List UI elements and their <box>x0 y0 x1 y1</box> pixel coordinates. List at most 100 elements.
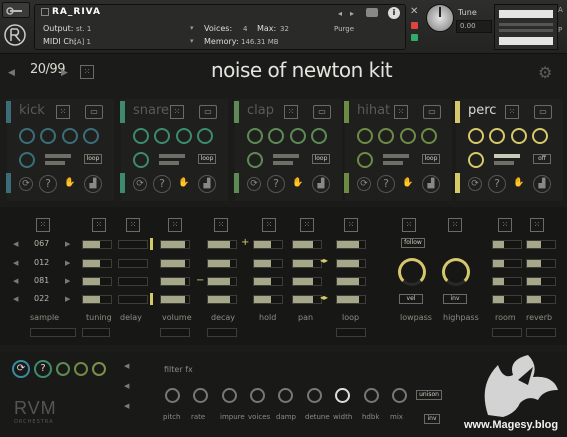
fx-knob[interactable] <box>278 388 293 403</box>
row-next-icon[interactable]: ▶ <box>65 295 70 303</box>
strip-lp-knob[interactable] <box>62 128 78 144</box>
strip-env-knob[interactable] <box>357 128 373 144</box>
pan-slider[interactable] <box>499 37 553 45</box>
mixer-value-slot[interactable] <box>336 240 366 249</box>
mixer-value-slot[interactable] <box>253 277 283 286</box>
mixer-value-slot[interactable] <box>292 240 322 249</box>
mixer-value-slot[interactable] <box>492 259 522 268</box>
mixer-value-slot[interactable] <box>118 240 148 249</box>
fx-knob[interactable] <box>392 388 407 403</box>
mixer-value-slot[interactable] <box>336 277 366 286</box>
column-randomize-icon[interactable]: ⁙ <box>126 218 140 232</box>
strip-menu-icon[interactable]: ▭ <box>199 105 217 119</box>
strip-hand-icon[interactable]: ✋ <box>401 177 415 191</box>
mixer-value-slot[interactable] <box>292 295 322 304</box>
mixer-value-slot[interactable] <box>526 259 556 268</box>
mixer-value-slot[interactable] <box>160 240 190 249</box>
strip-velocity-icon[interactable]: ▟ <box>422 175 440 193</box>
mixer-value-slot[interactable] <box>292 259 322 268</box>
fx-knob[interactable] <box>335 388 350 403</box>
midi-dropdown-icon[interactable]: ▾ <box>190 37 194 45</box>
strip-random-icon[interactable]: ? <box>377 175 395 193</box>
strip-random-icon[interactable]: ? <box>267 175 285 193</box>
strip-menu-icon[interactable]: ▭ <box>423 105 441 119</box>
row-next-icon[interactable]: ▶ <box>65 277 70 285</box>
copy-icon[interactable] <box>74 362 88 376</box>
strip-hp-knob[interactable] <box>378 128 394 144</box>
strip-randomize-icon[interactable]: ⁙ <box>284 105 298 119</box>
strip-random-icon[interactable]: ? <box>39 175 57 193</box>
mixer-value-slot[interactable] <box>207 259 237 268</box>
prev-preset-icon[interactable]: ◀ <box>8 68 15 78</box>
invert-button[interactable]: inv <box>443 294 467 304</box>
prev-instrument-icon[interactable]: ◂ <box>338 9 342 18</box>
strip-env-knob[interactable] <box>247 128 263 144</box>
mixer-value-slot[interactable] <box>160 259 190 268</box>
wrench-icon[interactable] <box>2 2 30 18</box>
strip-menu-icon[interactable]: ▭ <box>313 105 331 119</box>
strip-loop-icon[interactable]: ⟳ <box>357 177 371 191</box>
fx-inv-button[interactable]: inv <box>424 414 440 424</box>
strip-env-knob[interactable] <box>19 128 35 144</box>
plus-icon[interactable]: + <box>241 237 249 248</box>
camera-icon[interactable] <box>366 8 378 17</box>
row-next-icon[interactable]: ▶ <box>65 259 70 267</box>
strip-randomize-icon[interactable]: ⁙ <box>56 105 70 119</box>
link-icon[interactable]: ◂▸ <box>320 293 328 302</box>
instrument-name[interactable]: RA_RIVA <box>52 7 101 17</box>
mute-icon[interactable] <box>411 34 418 41</box>
midi-channel-value[interactable]: [A] 1 <box>74 38 91 46</box>
strip-hand-icon[interactable]: ✋ <box>512 177 526 191</box>
strip-name[interactable]: perc <box>468 103 496 118</box>
strip-randomize-icon[interactable]: ⁙ <box>170 105 184 119</box>
paste-icon[interactable] <box>92 362 106 376</box>
row-prev-icon[interactable]: ◀ <box>13 277 18 285</box>
strip-lp-knob[interactable] <box>290 128 306 144</box>
strip-hand-icon[interactable]: ✋ <box>291 177 305 191</box>
max-voices-value[interactable]: 32 <box>280 25 289 33</box>
purge-dropdown[interactable]: Purge <box>334 25 354 33</box>
mixer-value-slot[interactable] <box>492 295 522 304</box>
fx-knob[interactable] <box>193 388 208 403</box>
mixer-value-slot[interactable] <box>253 240 283 249</box>
volume-slider[interactable] <box>499 10 553 18</box>
row-next-icon[interactable]: ▶ <box>65 240 70 248</box>
mixer-value-slot[interactable] <box>207 240 237 249</box>
mixer-value-slot[interactable] <box>336 259 366 268</box>
mixer-value-slot[interactable] <box>526 240 556 249</box>
expand-icon[interactable] <box>41 8 49 16</box>
strip-hp-knob[interactable] <box>40 128 56 144</box>
output-value[interactable]: st. 1 <box>76 25 91 33</box>
fx-knob[interactable] <box>364 388 379 403</box>
strip-lp-knob[interactable] <box>176 128 192 144</box>
close-icon[interactable]: ✕ <box>410 6 418 17</box>
mixer-value-slot[interactable] <box>253 295 283 304</box>
strip-env-knob[interactable] <box>468 128 484 144</box>
strip-lp-knob[interactable] <box>400 128 416 144</box>
sample-number[interactable]: 012 <box>34 258 49 267</box>
sample-number[interactable]: 081 <box>34 276 49 285</box>
strip-mode-button[interactable]: loop <box>312 154 330 164</box>
row-prev-icon[interactable]: ◀ <box>13 295 18 303</box>
column-slider[interactable] <box>336 328 366 337</box>
column-slider[interactable] <box>160 328 190 337</box>
fx-knob[interactable] <box>250 388 265 403</box>
strip-hp-knob[interactable] <box>489 128 505 144</box>
strip-name[interactable]: hihat <box>357 103 390 118</box>
next-instrument-icon[interactable]: ▸ <box>350 9 354 18</box>
settings-gear-icon[interactable]: ⚙ <box>538 63 552 82</box>
column-slider[interactable] <box>207 328 237 337</box>
column-randomize-icon[interactable]: ⁙ <box>36 218 50 232</box>
fx-knob[interactable] <box>222 388 237 403</box>
strip-name[interactable]: clap <box>247 103 274 118</box>
strip-randomize-icon[interactable]: ⁙ <box>505 105 519 119</box>
tune-value-box[interactable]: 0.00 <box>456 20 492 33</box>
strip-filter-knob[interactable] <box>421 128 437 144</box>
strip-env-knob[interactable] <box>133 128 149 144</box>
row-prev-icon[interactable]: ◀ <box>13 259 18 267</box>
column-randomize-icon[interactable]: ⁙ <box>300 218 314 232</box>
strip-filter-knob[interactable] <box>532 128 548 144</box>
sample-number[interactable]: 022 <box>34 294 49 303</box>
mixer-value-slot[interactable] <box>292 277 322 286</box>
strip-vol-knob[interactable] <box>247 152 263 168</box>
